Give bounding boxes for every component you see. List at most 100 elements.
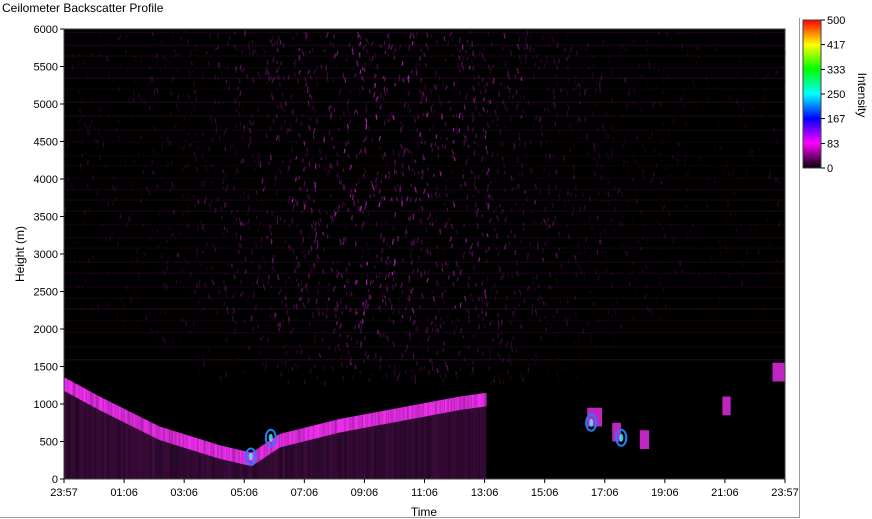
y-tick-label: 4000 — [34, 174, 58, 186]
noise-speck — [488, 194, 490, 199]
noise-speck — [569, 122, 571, 129]
colorbar-tick-label: 500 — [827, 15, 845, 27]
noise-speck — [101, 105, 103, 112]
noise-speck — [133, 90, 135, 96]
noise-speck — [398, 310, 400, 314]
noise-speck — [331, 136, 333, 141]
colorbar-tick-label: 167 — [827, 114, 845, 126]
noise-speck — [262, 335, 264, 340]
band-line — [64, 346, 785, 348]
noise-speck — [394, 168, 396, 175]
noise-speck — [369, 194, 371, 198]
band-line — [64, 155, 785, 157]
noise-speck — [308, 50, 311, 54]
band-line — [64, 44, 785, 47]
noise-speck — [235, 170, 237, 175]
noise-speck — [98, 107, 100, 112]
noise-speck — [615, 313, 617, 319]
noise-speck — [696, 157, 699, 163]
x-tick-label: 15:06 — [531, 487, 559, 499]
noise-speck — [717, 119, 720, 126]
y-tick-label: 500 — [40, 437, 58, 449]
aerosol-top — [484, 392, 487, 407]
noise-speck — [430, 105, 432, 112]
noise-speck — [655, 218, 657, 223]
noise-speck — [556, 83, 559, 87]
noise-speck — [266, 81, 268, 85]
noise-speck — [185, 222, 188, 229]
y-tick-label: 3000 — [34, 249, 58, 261]
noise-speck — [392, 149, 395, 155]
noise-speck — [538, 119, 541, 123]
noise-speck — [427, 216, 429, 220]
noise-speck — [392, 276, 395, 282]
noise-speck — [381, 172, 383, 178]
noise-speck — [325, 154, 327, 160]
noise-speck — [380, 92, 382, 98]
x-tick-label: 05:06 — [230, 487, 258, 499]
noise-speck — [499, 267, 501, 273]
noise-speck — [498, 342, 501, 346]
noise-speck — [202, 181, 205, 188]
band-line — [64, 129, 785, 131]
noise-speck — [640, 74, 643, 78]
noise-speck — [208, 347, 210, 353]
noise-speck — [751, 158, 754, 162]
noise-speck — [553, 95, 555, 100]
noise-speck — [203, 144, 205, 151]
noise-speck — [681, 95, 684, 101]
noise-speck — [549, 110, 551, 114]
noise-speck — [203, 228, 206, 233]
noise-speck — [400, 121, 402, 126]
noise-speck — [354, 364, 357, 370]
noise-speck — [662, 68, 665, 75]
noise-speck — [553, 57, 555, 63]
noise-speck — [520, 239, 522, 244]
noise-speck — [140, 135, 143, 139]
noise-speck — [591, 225, 593, 231]
band-line — [64, 67, 785, 69]
x-tick-label: 13:06 — [471, 487, 499, 499]
noise-speck — [432, 104, 434, 108]
noise-speck — [596, 215, 599, 221]
x-tick-label: 17:06 — [591, 487, 619, 499]
band-line — [64, 286, 785, 288]
noise-speck — [276, 104, 279, 109]
noise-speck — [369, 378, 371, 383]
noise-speck — [386, 241, 389, 248]
noise-speck — [651, 132, 653, 136]
noise-speck — [334, 347, 337, 353]
y-tick-label: 4500 — [34, 137, 58, 149]
band-line — [64, 55, 785, 57]
noise-speck — [338, 179, 341, 184]
noise-speck — [133, 159, 136, 163]
noise-speck — [421, 169, 423, 174]
noise-speck — [496, 215, 498, 220]
noise-speck — [308, 273, 310, 279]
noise-speck — [391, 111, 393, 116]
band-line — [64, 141, 785, 143]
noise-speck — [633, 89, 636, 93]
colorbar-tick-label: 0 — [827, 163, 833, 175]
noise-speck — [470, 251, 472, 255]
band-line — [64, 223, 785, 226]
noise-speck — [358, 178, 360, 184]
noise-speck — [388, 43, 391, 49]
noise-speck — [678, 142, 680, 147]
noise-speck — [191, 109, 193, 115]
noise-speck — [201, 226, 204, 230]
noise-speck — [496, 290, 498, 294]
noise-speck — [616, 300, 618, 305]
noise-speck — [543, 300, 546, 305]
noise-speck — [607, 180, 609, 186]
band-line — [64, 297, 785, 299]
high-intensity-core — [589, 418, 594, 427]
noise-speck — [608, 200, 610, 205]
noise-speck — [744, 125, 746, 129]
noise-speck — [394, 282, 397, 287]
noise-speck — [684, 121, 687, 127]
noise-speck — [201, 251, 204, 255]
noise-speck — [540, 58, 543, 63]
band-line — [64, 272, 785, 275]
noise-speck — [444, 202, 446, 206]
